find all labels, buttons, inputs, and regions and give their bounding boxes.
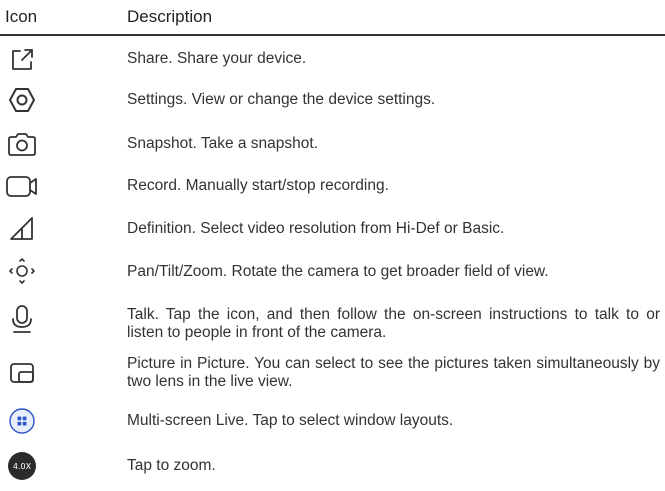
settings-icon bbox=[4, 83, 40, 117]
table-row: Share. Share your device. bbox=[0, 43, 665, 77]
header-divider bbox=[0, 34, 665, 36]
table-row: Multi-screen Live. Tap to select window … bbox=[0, 404, 665, 438]
icon-column-header: Icon bbox=[5, 7, 38, 26]
table-row: Record. Manually start/stop recording. bbox=[0, 169, 665, 203]
table-header: Icon Description bbox=[0, 0, 665, 36]
video-camera-icon bbox=[4, 169, 40, 203]
row-description: Tap to zoom. bbox=[127, 457, 216, 474]
zoom-badge-icon: 4.0X bbox=[4, 449, 40, 483]
multi-screen-icon bbox=[4, 404, 40, 438]
table-row: 4.0X Tap to zoom. bbox=[0, 446, 665, 486]
definition-icon bbox=[4, 211, 40, 245]
row-description: Share. Share your device. bbox=[127, 50, 307, 67]
pan-tilt-zoom-icon bbox=[4, 254, 40, 288]
row-description: Snapshot. Take a snapshot. bbox=[127, 135, 319, 152]
row-description: Pan/Tilt/Zoom. Rotate the camera to get … bbox=[127, 263, 549, 280]
table-row: Settings. View or change the device sett… bbox=[0, 83, 665, 117]
share-icon bbox=[4, 43, 40, 77]
row-description: Multi-screen Live. Tap to select window … bbox=[127, 412, 454, 429]
row-description: Talk. Tap the icon, and then follow the … bbox=[127, 306, 660, 341]
picture-in-picture-icon bbox=[4, 356, 40, 390]
row-description: Settings. View or change the device sett… bbox=[127, 91, 436, 108]
table-row: Pan/Tilt/Zoom. Rotate the camera to get … bbox=[0, 254, 665, 288]
microphone-icon bbox=[4, 302, 40, 336]
row-description: Record. Manually start/stop recording. bbox=[127, 177, 389, 194]
zoom-badge-label: 4.0X bbox=[8, 452, 36, 480]
row-description: Picture in Picture. You can select to se… bbox=[127, 355, 660, 390]
table-row: Picture in Picture. You can select to se… bbox=[0, 352, 665, 392]
camera-icon bbox=[4, 127, 40, 161]
description-column-header: Description bbox=[127, 7, 213, 26]
row-description: Definition. Select video resolution from… bbox=[127, 220, 505, 237]
table-row: Talk. Tap the icon, and then follow the … bbox=[0, 302, 665, 342]
table-row: Definition. Select video resolution from… bbox=[0, 211, 665, 245]
table-row: Snapshot. Take a snapshot. bbox=[0, 127, 665, 161]
